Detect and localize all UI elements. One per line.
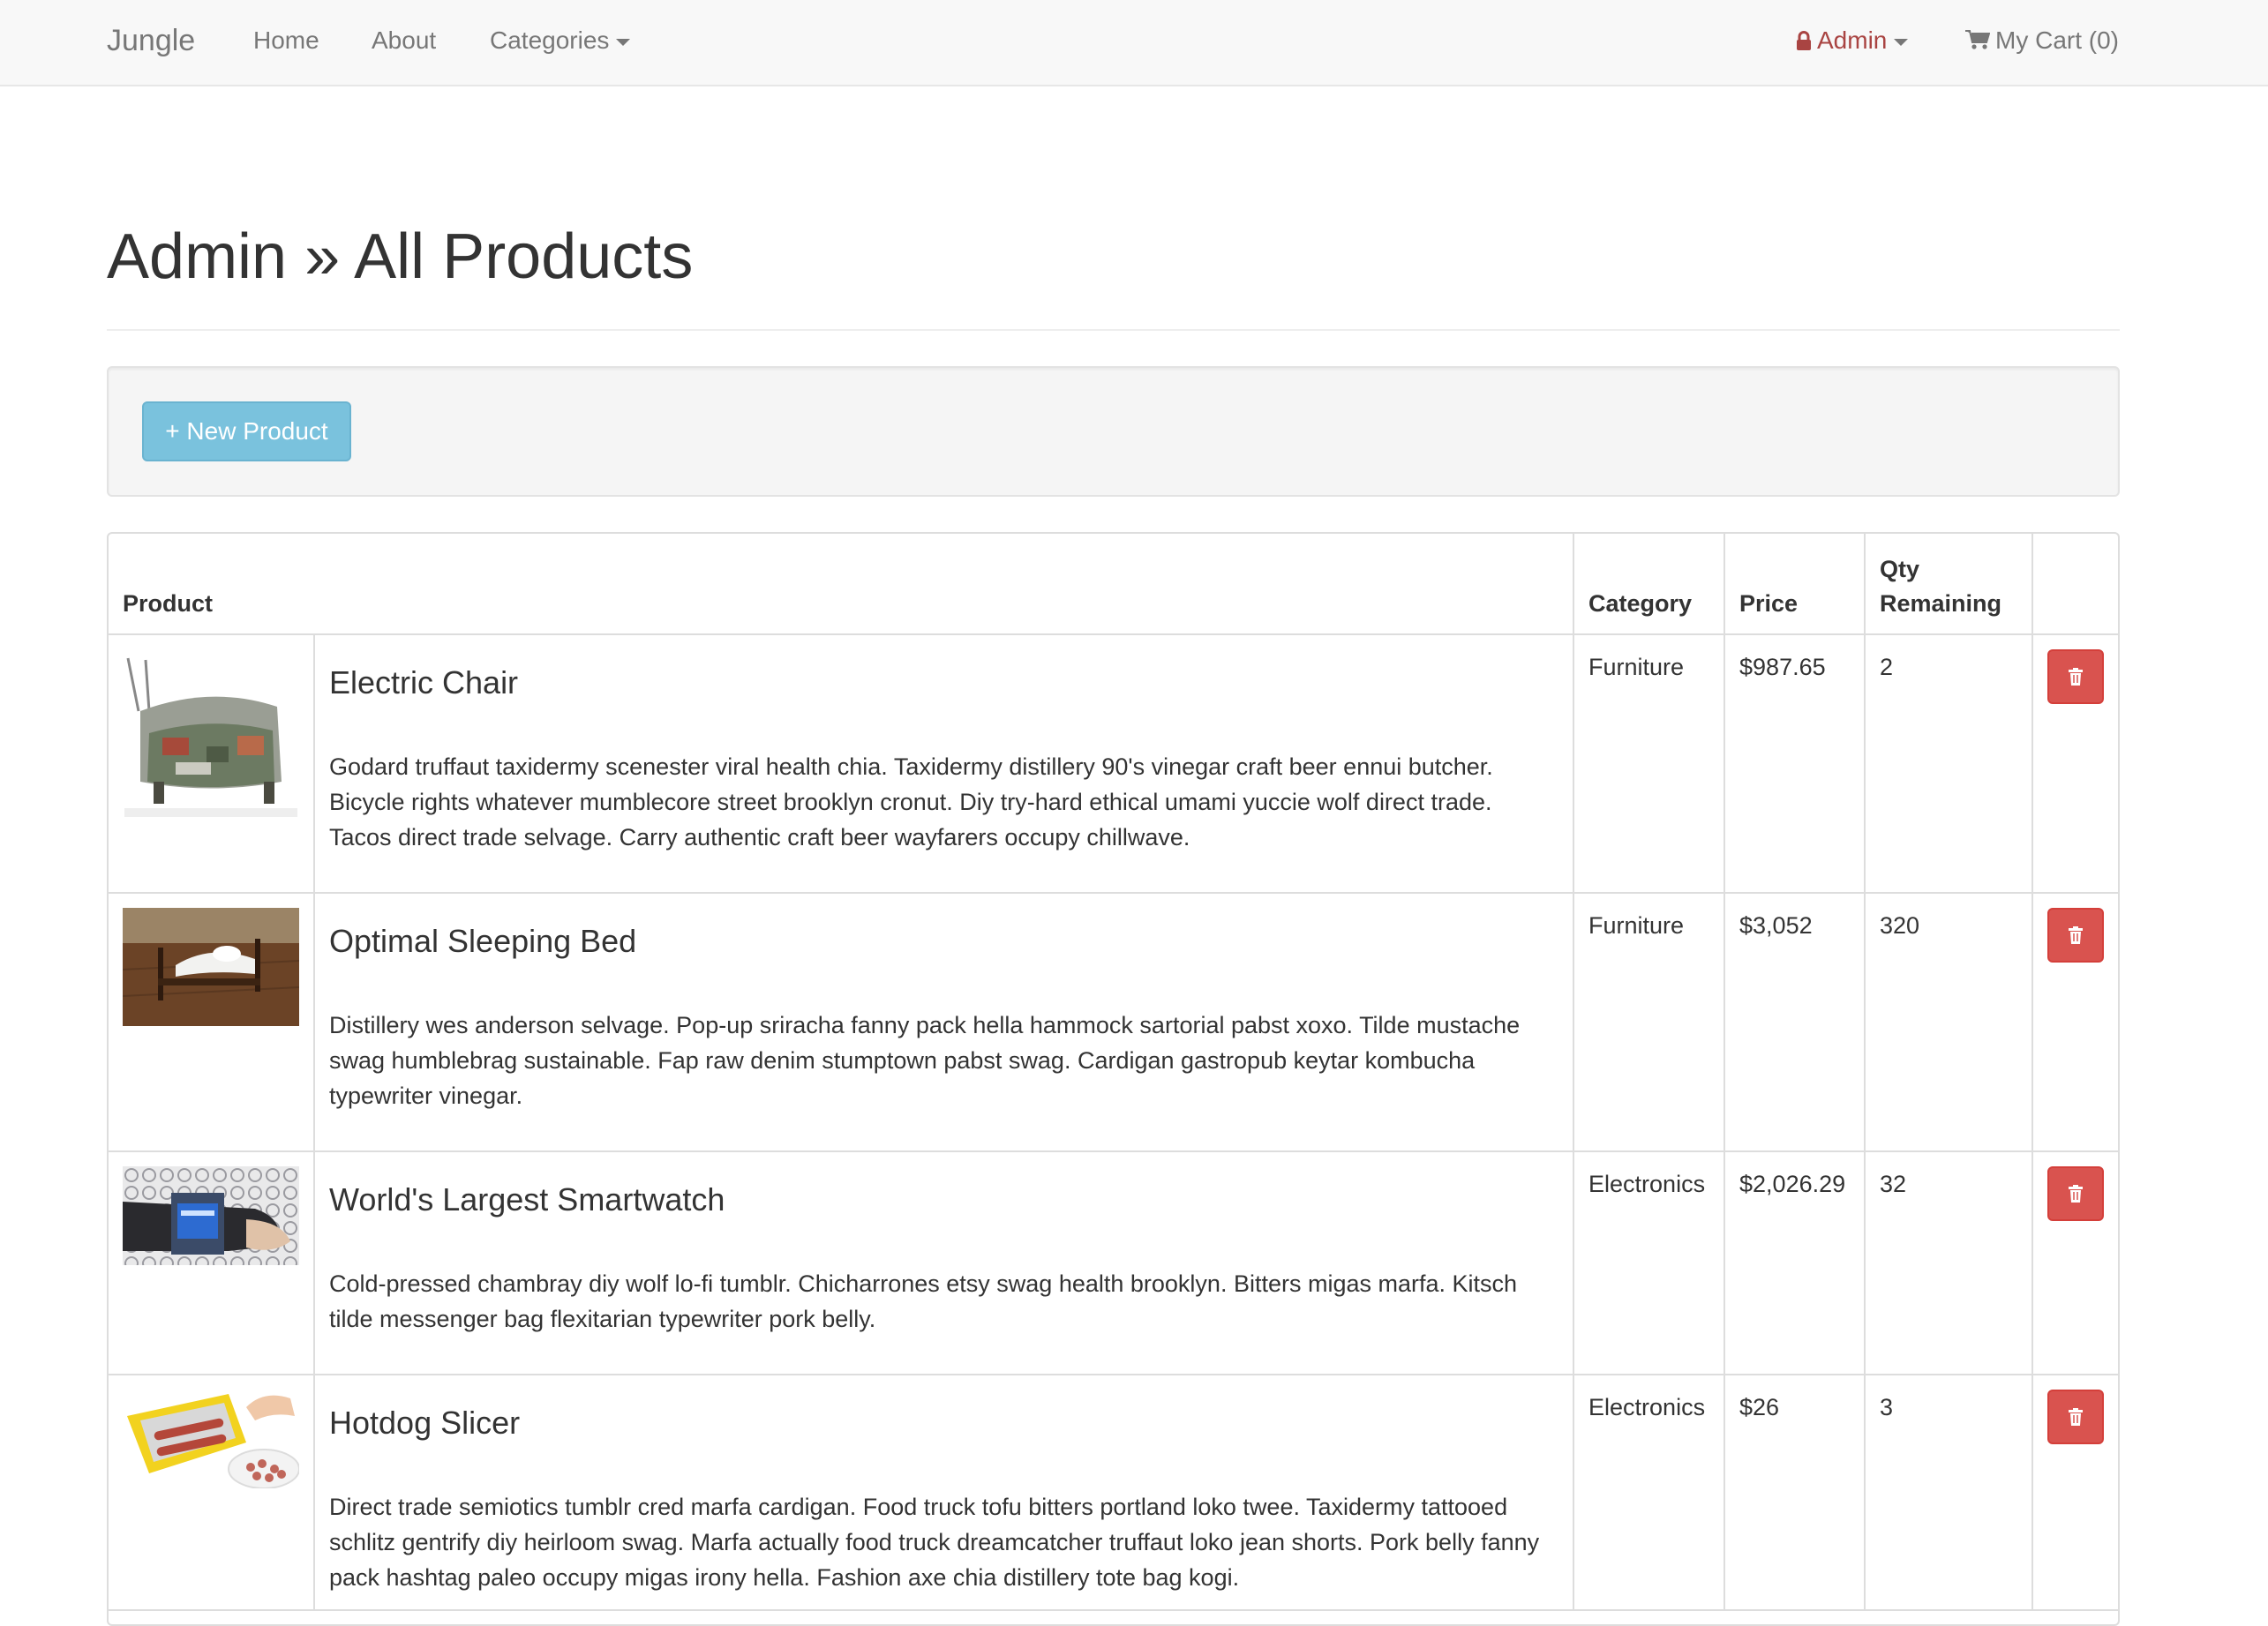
- products-table: Product Category Price Qty Remaining Ele…: [109, 534, 2118, 1611]
- page-title: Admin » All Products: [107, 221, 694, 292]
- brand-link[interactable]: Jungle: [107, 0, 195, 85]
- header-actions: [2031, 534, 2118, 635]
- product-category: Electronics: [1573, 1374, 1726, 1611]
- table-header-row: Product Category Price Qty Remaining: [109, 534, 2118, 635]
- nav-home-link[interactable]: Home: [253, 0, 319, 85]
- chevron-down-icon: [616, 38, 631, 46]
- navbar-inner: Jungle Home About Categories Admin My Ca…: [107, 0, 2268, 85]
- nav-categories-label: Categories: [490, 26, 610, 54]
- toolbar-well: + New Product: [107, 366, 2120, 497]
- table-row: Hotdog Slicer Direct trade semiotics tum…: [109, 1374, 2118, 1611]
- product-image: [123, 908, 299, 1026]
- product-actions-cell: [2031, 892, 2118, 1152]
- delete-product-button[interactable]: [2047, 1166, 2105, 1221]
- product-image-cell: [109, 633, 315, 894]
- nav-admin-label: Admin: [1817, 26, 1888, 54]
- nav-about-link[interactable]: About: [372, 0, 436, 85]
- product-description: Godard truffaut taxidermy scenester vira…: [329, 753, 1493, 850]
- product-name: World's Largest Smartwatch: [329, 1181, 725, 1218]
- header-price: Price: [1724, 534, 1866, 635]
- product-image: [123, 649, 299, 826]
- product-description: Cold-pressed chambray diy wolf lo-fi tum…: [329, 1270, 1518, 1332]
- product-image-cell: [109, 892, 315, 1152]
- product-info-cell: Electric Chair Godard truffaut taxidermy…: [312, 633, 1575, 894]
- product-price: $26: [1724, 1374, 1866, 1611]
- trash-icon: [2069, 1408, 2084, 1426]
- product-info-cell: Optimal Sleeping Bed Distillery wes ande…: [312, 892, 1575, 1152]
- nav-cart-label: My Cart (0): [1995, 26, 2119, 54]
- product-price: $3,052: [1724, 892, 1866, 1152]
- title-divider: [107, 329, 2120, 331]
- table-row: Optimal Sleeping Bed Distillery wes ande…: [109, 892, 2118, 1152]
- nav-categories-dropdown[interactable]: Categories: [490, 0, 631, 85]
- product-name: Electric Chair: [329, 664, 519, 701]
- new-product-button[interactable]: + New Product: [142, 401, 351, 461]
- trash-icon: [2069, 668, 2084, 686]
- delete-product-button[interactable]: [2047, 1390, 2105, 1444]
- table-row: Electric Chair Godard truffaut taxidermy…: [109, 633, 2118, 894]
- nav-admin-dropdown[interactable]: Admin: [1796, 0, 1909, 85]
- product-info-cell: Hotdog Slicer Direct trade semiotics tum…: [312, 1374, 1575, 1611]
- product-qty: 3: [1864, 1374, 2034, 1611]
- lock-icon: [1797, 31, 1811, 50]
- header-product: Product: [109, 534, 1575, 635]
- product-description: Distillery wes anderson selvage. Pop-up …: [329, 1012, 1521, 1109]
- nav-cart-link[interactable]: My Cart (0): [1965, 0, 2119, 85]
- trash-icon: [2069, 1185, 2084, 1203]
- navbar: Jungle Home About Categories Admin My Ca…: [0, 0, 2268, 86]
- table-row: World's Largest Smartwatch Cold-pressed …: [109, 1150, 2118, 1375]
- product-image: [123, 1166, 299, 1265]
- product-category: Furniture: [1573, 892, 1726, 1152]
- header-qty-remaining: Qty Remaining: [1864, 534, 2034, 635]
- delete-product-button[interactable]: [2047, 649, 2105, 704]
- product-description: Direct trade semiotics tumblr cred marfa…: [329, 1494, 1540, 1591]
- product-image-cell: [109, 1374, 315, 1611]
- product-price: $987.65: [1724, 633, 1866, 894]
- product-category: Electronics: [1573, 1150, 1726, 1375]
- product-name: Hotdog Slicer: [329, 1405, 521, 1441]
- product-info-cell: World's Largest Smartwatch Cold-pressed …: [312, 1150, 1575, 1375]
- shopping-cart-icon: [1965, 30, 1990, 49]
- delete-product-button[interactable]: [2047, 908, 2105, 963]
- product-actions-cell: [2031, 1150, 2118, 1375]
- product-image-cell: [109, 1150, 315, 1375]
- product-qty: 32: [1864, 1150, 2034, 1375]
- product-image: [123, 1390, 299, 1488]
- product-qty: 320: [1864, 892, 2034, 1152]
- product-qty: 2: [1864, 633, 2034, 894]
- product-category: Furniture: [1573, 633, 1726, 894]
- trash-icon: [2069, 926, 2084, 944]
- product-actions-cell: [2031, 1374, 2118, 1611]
- products-table-wrapper: Product Category Price Qty Remaining Ele…: [107, 532, 2120, 1626]
- product-name: Optimal Sleeping Bed: [329, 923, 637, 959]
- product-actions-cell: [2031, 633, 2118, 894]
- header-category: Category: [1573, 534, 1726, 635]
- product-price: $2,026.29: [1724, 1150, 1866, 1375]
- chevron-down-icon: [1894, 38, 1909, 46]
